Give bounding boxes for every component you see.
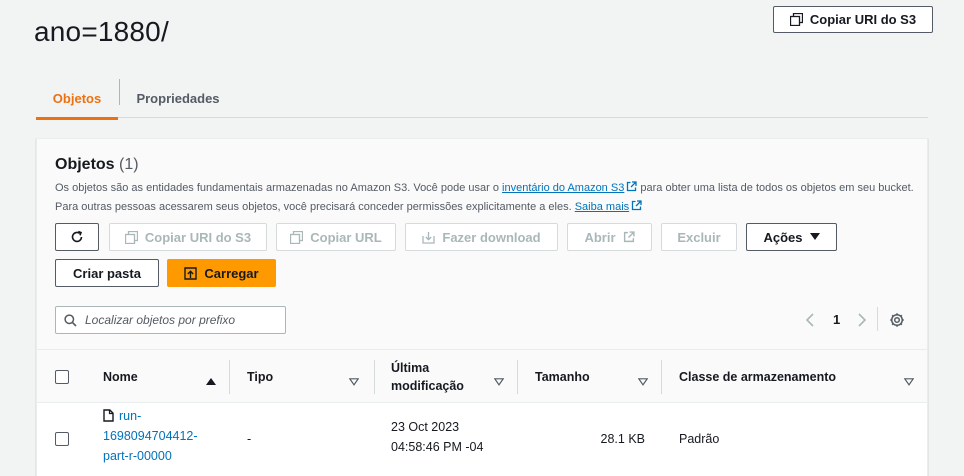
object-name-cell: run- 1698094704412- part-r-00000 xyxy=(103,406,223,466)
objects-panel: Objetos (1) Os objetos são as entidades … xyxy=(36,138,928,476)
refresh-button[interactable] xyxy=(55,223,99,251)
object-name-link[interactable]: run- 1698094704412- part-r-00000 xyxy=(103,406,223,466)
row-checkbox[interactable] xyxy=(55,432,69,446)
external-link-icon xyxy=(626,181,637,195)
objects-description-line2: Para outras pessoas acessarem seus objet… xyxy=(55,200,642,214)
column-divider xyxy=(517,360,518,394)
sort-icon[interactable] xyxy=(637,373,649,391)
create-folder-button[interactable]: Criar pasta xyxy=(55,259,159,287)
column-modified-label-2: modificação xyxy=(391,379,464,393)
column-classe-label: Classe de armazenamento xyxy=(679,370,837,384)
tab-divider xyxy=(119,79,120,105)
copy-s3-uri-header-label: Copiar URI do S3 xyxy=(809,12,917,27)
actions-dropdown[interactable]: Ações xyxy=(746,223,837,251)
external-link-icon xyxy=(623,231,635,243)
file-icon xyxy=(103,409,114,422)
sort-ascending-icon[interactable] xyxy=(206,373,216,391)
select-all-checkbox[interactable] xyxy=(55,370,69,384)
object-name-part-3: part-r-00000 xyxy=(103,449,172,463)
object-name-part-1: run- xyxy=(119,409,142,423)
description-text: Os objetos são as entidades fundamentais… xyxy=(55,182,499,194)
copy-url-button[interactable]: Copiar URL xyxy=(276,223,396,251)
tab-objetos-label: Objetos xyxy=(52,90,102,106)
column-header-nome[interactable]: Nome xyxy=(103,350,223,404)
column-header-modified[interactable]: Última modificação xyxy=(391,350,501,404)
objects-panel-title: Objetos (1) xyxy=(55,156,139,174)
column-divider xyxy=(229,360,230,394)
objects-table: Nome Tipo Última modificação Tamanho Cla… xyxy=(37,349,927,476)
copy-s3-uri-button[interactable]: Copiar URI do S3 xyxy=(109,223,267,251)
download-icon xyxy=(422,231,436,244)
tab-bar: Objetos Propriedades xyxy=(36,78,928,120)
column-header-tipo[interactable]: Tipo xyxy=(247,350,347,404)
tab-propriedades-label: Propriedades xyxy=(136,90,220,106)
upload-button[interactable]: Carregar xyxy=(167,259,276,287)
object-storage-class-cell: Padrão xyxy=(679,432,720,446)
delete-label: Excluir xyxy=(677,229,721,245)
modified-time: 04:58:46 PM -04 xyxy=(391,440,484,454)
object-name-part-2: 1698094704412- xyxy=(103,429,198,443)
actions-label: Ações xyxy=(763,229,803,245)
learn-more-link[interactable]: Saiba mais xyxy=(574,200,642,214)
description-text-2: Para outras pessoas acessarem seus objet… xyxy=(55,201,572,213)
sort-icon[interactable] xyxy=(903,373,915,391)
column-modified-label-1: Última xyxy=(391,361,430,375)
objects-title-text: Objetos xyxy=(55,156,115,173)
delete-button[interactable]: Excluir xyxy=(661,223,737,251)
previous-page-icon[interactable] xyxy=(805,313,815,332)
object-size-cell: 28.1 KB xyxy=(600,432,645,446)
column-divider xyxy=(661,360,662,394)
page-number[interactable]: 1 xyxy=(833,312,840,327)
column-tamanho-label: Tamanho xyxy=(535,370,590,384)
objects-description-line1: Os objetos são as entidades fundamentais… xyxy=(55,181,914,195)
column-nome-label: Nome xyxy=(103,370,138,384)
objects-count: (1) xyxy=(119,156,139,173)
sort-icon[interactable] xyxy=(493,373,505,391)
search-input[interactable] xyxy=(85,313,275,327)
table-header: Nome Tipo Última modificação Tamanho Cla… xyxy=(37,349,927,403)
column-tipo-label: Tipo xyxy=(247,370,274,384)
tab-objetos[interactable]: Objetos xyxy=(36,78,118,120)
object-type-cell: - xyxy=(247,432,252,446)
tab-propriedades[interactable]: Propriedades xyxy=(128,78,228,118)
description-text-suffix: para obter uma lista de todos os objetos… xyxy=(640,182,914,194)
search-icon xyxy=(64,313,77,327)
object-modified-cell: 23 Oct 2023 04:58:46 PM -04 xyxy=(391,417,483,457)
copy-icon xyxy=(290,230,304,244)
download-label: Fazer download xyxy=(442,229,541,245)
copy-s3-uri-label: Copiar URI do S3 xyxy=(144,229,252,245)
sort-icon[interactable] xyxy=(348,373,360,391)
external-link-icon xyxy=(631,200,642,214)
table-row[interactable]: run- 1698094704412- part-r-00000 - 23 Oc… xyxy=(37,403,927,476)
copy-s3-uri-header-button[interactable]: Copiar URI do S3 xyxy=(773,6,933,33)
copy-icon xyxy=(789,13,803,26)
copy-url-label: Copiar URL xyxy=(310,229,382,245)
copy-icon xyxy=(124,230,138,244)
page-title: ano=1880/ xyxy=(34,16,169,47)
column-header-classe[interactable]: Classe de armazenamento xyxy=(679,350,879,404)
refresh-icon xyxy=(70,230,84,244)
upload-icon xyxy=(184,266,198,280)
column-header-tamanho[interactable]: Tamanho xyxy=(535,350,635,404)
upload-label: Carregar xyxy=(204,265,259,281)
s3-inventory-link-text: inventário do Amazon S3 xyxy=(502,182,625,194)
active-tab-indicator xyxy=(36,117,118,120)
create-folder-label: Criar pasta xyxy=(73,265,141,281)
learn-more-link-text: Saiba mais xyxy=(574,201,630,213)
open-label: Abrir xyxy=(584,229,616,245)
search-box[interactable] xyxy=(55,306,286,334)
open-button[interactable]: Abrir xyxy=(567,223,652,251)
column-divider xyxy=(374,360,375,394)
settings-icon[interactable] xyxy=(889,312,905,333)
s3-inventory-link[interactable]: inventário do Amazon S3 xyxy=(502,181,637,195)
caret-down-icon xyxy=(809,233,820,241)
modified-date: 23 Oct 2023 xyxy=(391,420,460,434)
pager-divider xyxy=(877,307,878,331)
download-button[interactable]: Fazer download xyxy=(405,223,558,251)
next-page-icon[interactable] xyxy=(857,313,867,332)
